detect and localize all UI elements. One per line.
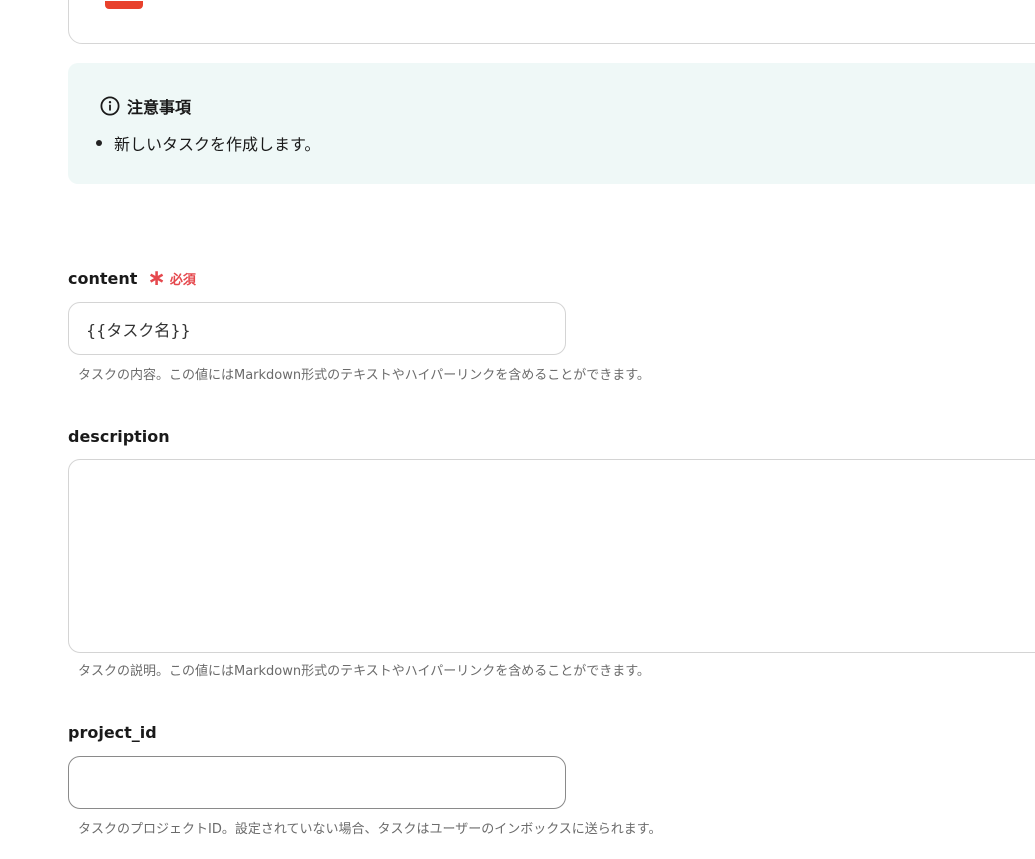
content-input-value: {{タスク名}} [86, 320, 191, 340]
content-label-row: content ∗ 必須 [68, 265, 196, 291]
project-id-input[interactable] [68, 756, 566, 809]
description-label-text: description [68, 427, 170, 446]
notice-item: 新しいタスクを作成します。 [96, 131, 320, 155]
content-label: content [68, 269, 138, 288]
content-help-text: タスクの内容。この値にはMarkdown形式のテキストやハイパーリンクを含めるこ… [78, 368, 650, 383]
required-asterisk-icon: ∗ [147, 265, 166, 291]
notice-title-row: 注意事項 [100, 94, 191, 118]
project-id-label-text: project_id [68, 723, 157, 742]
notice-title: 注意事項 [127, 98, 192, 117]
top-card [68, 0, 1035, 44]
notice-box: 注意事項 新しいタスクを作成します。 [68, 63, 1035, 184]
info-icon [100, 96, 120, 116]
content-input[interactable]: {{タスク名}} [68, 302, 566, 355]
project-id-help-text: タスクのプロジェクトID。設定されていない場合、タスクはユーザーのインボックスに… [78, 822, 662, 837]
project-id-label: project_id [68, 723, 157, 742]
bullet-icon [96, 140, 102, 146]
description-textarea[interactable] [68, 459, 1035, 653]
required-badge: ∗ 必須 [147, 265, 196, 291]
required-text: 必須 [169, 273, 196, 288]
notice-item-text: 新しいタスクを作成します。 [114, 135, 321, 154]
notice-list: 新しいタスクを作成します。 [96, 131, 320, 155]
top-badge[interactable] [105, 1, 143, 9]
description-label: description [68, 427, 170, 446]
description-help-text: タスクの説明。この値にはMarkdown形式のテキストやハイパーリンクを含めるこ… [78, 664, 650, 679]
